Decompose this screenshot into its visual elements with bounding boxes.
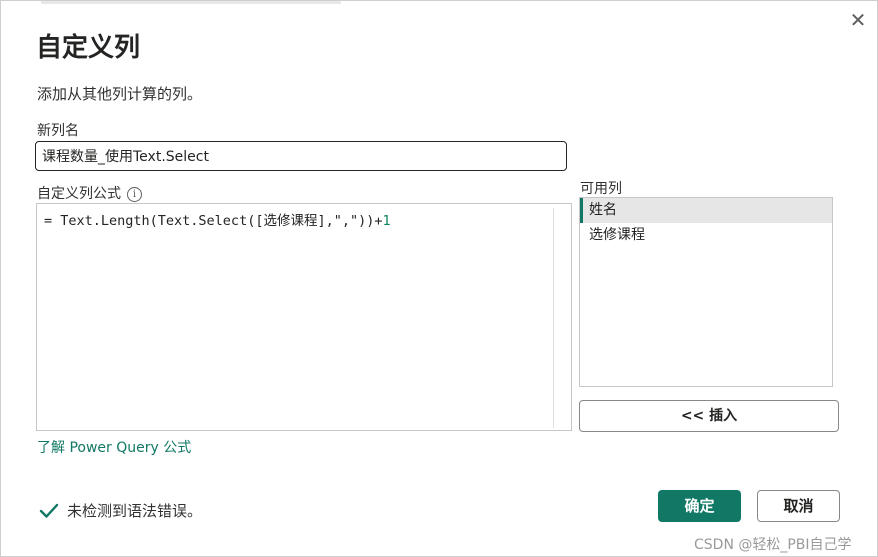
- available-columns-label: 可用列: [580, 181, 622, 197]
- info-icon[interactable]: i: [127, 187, 142, 202]
- insert-button[interactable]: << 插入: [579, 400, 839, 432]
- formula-label-row: 自定义列公式 i: [37, 183, 142, 203]
- formula-editor[interactable]: = Text.Length(Text.Select([选修课程],","))+1: [36, 203, 572, 431]
- formula-code[interactable]: = Text.Length(Text.Select([选修课程],","))+1: [44, 209, 391, 229]
- dialog-subtitle: 添加从其他列计算的列。: [37, 85, 203, 103]
- new-column-label: 新列名: [37, 123, 79, 139]
- close-icon[interactable]: ✕: [847, 8, 869, 32]
- column-item-name[interactable]: 姓名: [580, 198, 832, 223]
- syntax-status: 未检测到语法错误。: [39, 500, 202, 521]
- column-item-elective-courses[interactable]: 选修课程: [580, 223, 832, 248]
- custom-column-dialog: ✕ 自定义列 添加从其他列计算的列。 新列名 自定义列公式 i = Text.Le…: [0, 0, 878, 557]
- new-column-name-input[interactable]: [35, 141, 567, 171]
- checkmark-icon: [39, 503, 59, 518]
- cancel-button[interactable]: 取消: [757, 490, 840, 522]
- watermark: CSDN @轻松_PBI自己学: [694, 537, 852, 553]
- learn-power-query-link[interactable]: 了解 Power Query 公式: [37, 437, 191, 457]
- editor-ruler-line: [553, 208, 554, 428]
- formula-code-text: = Text.Length(Text.Select([选修课程],","))+: [44, 213, 383, 229]
- dialog-title: 自定义列: [36, 33, 141, 63]
- syntax-status-text: 未检测到语法错误。: [67, 502, 203, 520]
- available-columns-list: 姓名 选修课程: [579, 197, 833, 387]
- background-window-strip: [41, 1, 341, 4]
- formula-code-number: 1: [382, 213, 391, 229]
- formula-label: 自定义列公式: [37, 186, 121, 202]
- ok-button[interactable]: 确定: [658, 490, 741, 522]
